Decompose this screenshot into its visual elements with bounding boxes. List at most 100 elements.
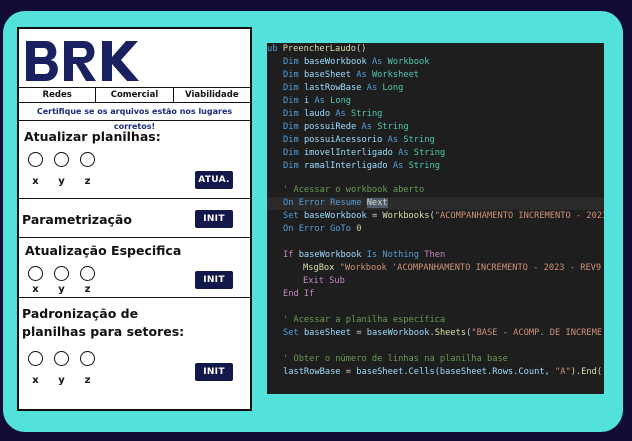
padronizacao-init-button[interactable]: INIT xyxy=(195,363,233,381)
code-token: "A" xyxy=(555,367,571,377)
code-token: baseSheet xyxy=(303,70,352,80)
code-token: "ACOMPANHAMENTO INCREMENTO - 2023 xyxy=(434,211,604,221)
code-token: Nothing xyxy=(382,250,420,260)
axis-label-z: z xyxy=(84,176,91,187)
code-token: Long xyxy=(330,96,352,106)
code-line: Dim ramalInterligado As String xyxy=(283,160,440,173)
code-token: "Workbook 'ACOMPANHAMENTO INCREMENTO - 2… xyxy=(339,263,602,273)
axis-label-x: x xyxy=(32,176,39,187)
code-token: As xyxy=(356,70,367,80)
divider xyxy=(19,297,250,298)
code-token: Set xyxy=(283,211,299,221)
code-token: baseSheet.Cells(baseSheet.Rows.Count, xyxy=(356,367,556,377)
code-line: Dim possuiRede As String xyxy=(283,121,409,134)
code-line: Dim baseWorkbook As Workbook xyxy=(283,56,429,69)
divider xyxy=(19,237,250,238)
code-token: ramalInterligado xyxy=(303,161,388,171)
code-token: Long xyxy=(382,83,404,93)
brk-logo xyxy=(26,41,139,81)
code-line: Exit Sub xyxy=(303,275,345,288)
code-token: String xyxy=(413,148,446,158)
radio-z[interactable] xyxy=(80,266,95,281)
atualizar-button[interactable]: ATUA. xyxy=(195,171,233,189)
code-token: baseWorkbook xyxy=(298,250,362,260)
code-line: If baseWorkbook Is Nothing Then xyxy=(283,249,445,262)
radio-y[interactable] xyxy=(54,351,69,366)
radio-x[interactable] xyxy=(28,351,43,366)
code-line: On Error Resume Next xyxy=(283,197,388,210)
code-token: Sheets xyxy=(434,328,467,338)
code-token: lastRowBase xyxy=(303,83,362,93)
tab-redes[interactable]: Redes xyxy=(19,88,97,102)
code-token: String xyxy=(351,109,383,119)
divider xyxy=(19,198,250,199)
code-line: Dim possuiAcessorio As String xyxy=(283,134,435,147)
code-line: MsgBox "Workbook 'ACOMPANHAMENTO INCREME… xyxy=(303,262,601,275)
code-token: As xyxy=(335,109,346,119)
files-warning: Certifique se os arquivos estão nos luga… xyxy=(19,104,250,131)
section-title-especifica: Atualização Especifica xyxy=(25,243,182,258)
axis-label-x: x xyxy=(32,375,39,386)
code-token: "BASE - ACOMP. DE INCREME xyxy=(471,328,603,338)
radio-y[interactable] xyxy=(54,266,69,281)
code-token: laudo xyxy=(303,109,331,119)
code-token: Workbook xyxy=(387,57,430,67)
radio-z[interactable] xyxy=(80,351,95,366)
code-token: Dim xyxy=(283,109,299,119)
code-token: End If xyxy=(283,289,315,299)
code-token: Dim xyxy=(283,83,299,93)
code-token: 0 xyxy=(356,224,362,234)
code-token: As xyxy=(398,148,409,158)
code-token: possuiAcessorio xyxy=(303,135,383,145)
code-token: Dim xyxy=(283,122,299,132)
code-token: Exit Sub xyxy=(303,276,345,286)
code-line: Dim baseSheet As Worksheet xyxy=(283,69,419,82)
code-line: ' Obter o número de linhas na planilha b… xyxy=(283,353,508,366)
code-token: On Error GoTo xyxy=(283,224,357,234)
code-line: On Error GoTo 0 xyxy=(283,223,361,236)
code-token: On Error Resume xyxy=(283,198,367,208)
code-token: If xyxy=(283,250,294,260)
code-token: Then xyxy=(424,250,446,260)
section-title-padronizacao-line1: Padronização de xyxy=(22,306,139,321)
code-token: Dim xyxy=(283,70,299,80)
code-token: Dim xyxy=(283,96,299,106)
axis-label-y: y xyxy=(58,284,65,295)
code-token: Dim xyxy=(283,148,299,158)
tab-comercial[interactable]: Comercial xyxy=(96,88,174,102)
code-token: As xyxy=(371,57,383,67)
code-token: baseWorkbook xyxy=(303,211,367,221)
parametrizacao-init-button[interactable]: INIT xyxy=(195,210,233,228)
code-line: lastRowBase = baseSheet.Cells(baseSheet.… xyxy=(283,367,603,377)
code-token: ub xyxy=(267,44,283,54)
code-line: Dim laudo As String xyxy=(283,108,382,121)
code-line: ub PreencherLaudo() xyxy=(267,43,366,56)
code-line: Set baseSheet = baseWorkbook.Sheets("BAS… xyxy=(283,328,603,338)
code-token: ).End( xyxy=(570,367,603,377)
section-title-atualizar: Atualizar planilhas: xyxy=(24,129,161,144)
code-token: As xyxy=(387,135,399,145)
radio-x[interactable] xyxy=(28,152,43,167)
radio-z[interactable] xyxy=(80,152,95,167)
code-token: ' Obter o número de linhas na planilha b… xyxy=(283,354,508,364)
code-token: baseWorkbook xyxy=(303,57,367,67)
tab-bar: Redes Comercial Viabilidade xyxy=(19,87,250,103)
code-token: Workbooks xyxy=(382,211,430,221)
code-token: Dim xyxy=(283,161,299,171)
radio-x[interactable] xyxy=(28,266,43,281)
code-line: Dim i As Long xyxy=(283,95,351,108)
axis-label-z: z xyxy=(84,375,91,386)
code-editor[interactable]: ub PreencherLaudo() Dim baseWorkbook As … xyxy=(267,43,604,394)
code-line: ' Acessar a planilha específica xyxy=(283,314,445,327)
code-token: String xyxy=(377,122,409,132)
code-token: PreencherLaudo xyxy=(282,44,356,54)
code-token: Worksheet xyxy=(371,70,420,80)
radio-y[interactable] xyxy=(54,152,69,167)
axis-label-y: y xyxy=(58,176,65,187)
especifica-init-button[interactable]: INIT xyxy=(195,271,233,289)
code-token: Dim xyxy=(283,57,299,67)
tab-viabilidade[interactable]: Viabilidade xyxy=(174,88,250,102)
code-token: possuiRede xyxy=(303,122,357,132)
code-line: Dim imovelInterligado As String xyxy=(283,147,445,160)
axis-label-x: x xyxy=(32,284,39,295)
